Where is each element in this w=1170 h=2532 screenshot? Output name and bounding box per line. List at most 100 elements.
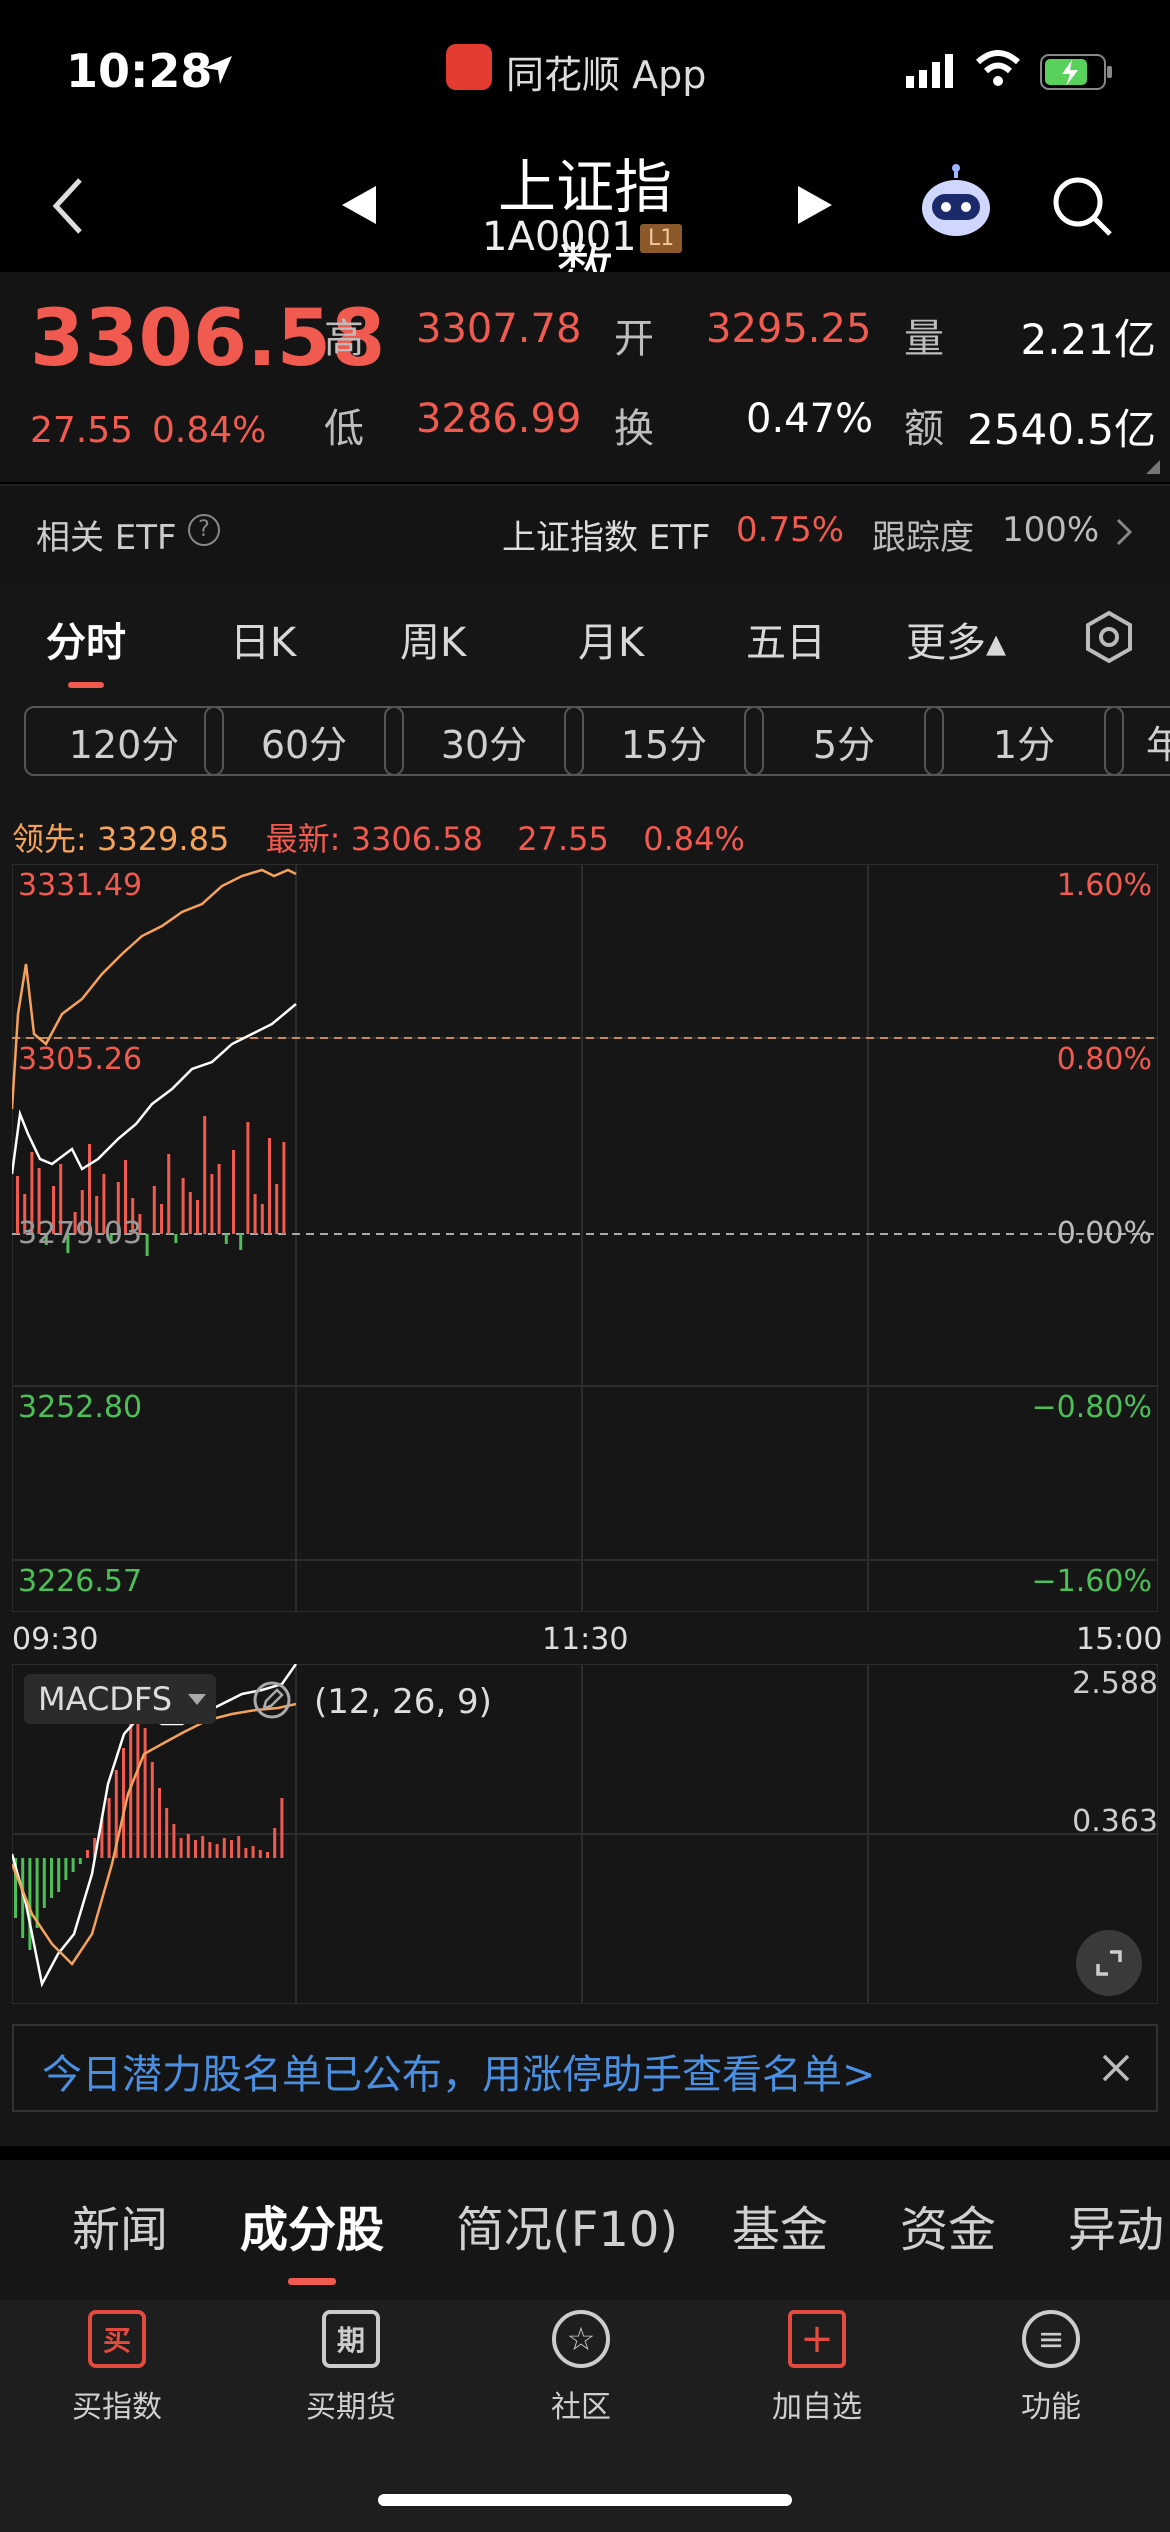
timeframe-120m[interactable]: 120分 bbox=[24, 706, 224, 776]
prev-index-button[interactable] bbox=[340, 184, 378, 230]
tab-monthly-k[interactable]: 月K bbox=[578, 610, 644, 668]
volume-label: 量 bbox=[904, 316, 944, 362]
macd-tick-top: 2.588 bbox=[1072, 1666, 1158, 1701]
time-axis-mid: 11:30 bbox=[542, 1622, 629, 1657]
close-icon[interactable] bbox=[1100, 2052, 1132, 2088]
expand-corner-icon[interactable] bbox=[1146, 460, 1160, 474]
app-logo-icon bbox=[446, 44, 492, 90]
nav-buy-index-label: 买指数 bbox=[72, 2390, 162, 2425]
time-axis-end: 15:00 bbox=[1076, 1622, 1163, 1657]
axis-left-3: 3279.03 bbox=[18, 1216, 143, 1251]
chart-settings-icon[interactable] bbox=[1082, 610, 1136, 668]
macd-hist-bar bbox=[266, 1852, 269, 1858]
bottom-tab-capital[interactable]: 资金 bbox=[900, 2190, 996, 2260]
low-label: 低 bbox=[324, 406, 364, 452]
home-indicator bbox=[378, 2494, 792, 2506]
intraday-chart[interactable] bbox=[12, 864, 1158, 1612]
macd-hist-bar bbox=[273, 1828, 277, 1858]
etf-bar[interactable]: 相关 ETF ? 上证指数 ETF 0.75% 跟踪度 100% bbox=[0, 484, 1170, 586]
axis-left-4: 3252.80 bbox=[18, 1390, 143, 1425]
time-axis-start: 09:30 bbox=[12, 1622, 99, 1657]
turnover-value: 0.47% bbox=[746, 396, 874, 442]
macd-hist-bar bbox=[222, 1838, 226, 1858]
macd-hist-bar bbox=[143, 1728, 147, 1858]
wifi-icon bbox=[974, 50, 1022, 92]
nav-add-watchlist[interactable]: + 加自选 bbox=[742, 2310, 892, 2426]
timeframe-15m[interactable]: 15分 bbox=[564, 706, 764, 776]
tab-more[interactable]: 更多▴ bbox=[906, 610, 1006, 668]
volume-bar bbox=[217, 1164, 221, 1234]
help-icon[interactable]: ? bbox=[188, 514, 220, 546]
timeframe-60m-btn[interactable]: 60分 bbox=[204, 706, 404, 776]
add-watchlist-icon: + bbox=[788, 2310, 846, 2368]
amount-label: 额 bbox=[904, 406, 944, 452]
etf-label: 相关 ETF bbox=[36, 518, 177, 558]
volume-bar bbox=[181, 1178, 185, 1234]
timeframe-year[interactable]: 年 bbox=[1104, 706, 1170, 776]
lead-value: 3329.85 bbox=[96, 820, 230, 858]
bottom-tab-news[interactable]: 新闻 bbox=[72, 2190, 168, 2260]
volume-bar bbox=[196, 1200, 199, 1234]
search-icon[interactable] bbox=[1050, 174, 1114, 242]
battery-icon bbox=[1040, 54, 1114, 94]
tracking-label: 跟踪度 bbox=[872, 518, 974, 558]
macd-hist-bar bbox=[251, 1846, 255, 1858]
chart-legend: 领先: 3329.85 最新: 3306.58 27.55 0.84% bbox=[12, 814, 745, 860]
dropdown-caret-icon bbox=[188, 1694, 207, 1705]
volume-bar bbox=[275, 1184, 279, 1234]
tab-intraday[interactable]: 分时 bbox=[46, 610, 126, 668]
volume-bar bbox=[145, 1234, 149, 1256]
fullscreen-button[interactable] bbox=[1076, 1930, 1142, 1996]
next-index-button[interactable] bbox=[796, 184, 834, 230]
tab-daily-k[interactable]: 日K bbox=[230, 610, 296, 668]
bottom-tab-constituents[interactable]: 成分股 bbox=[240, 2190, 384, 2260]
price-change-pct: 0.84% bbox=[152, 410, 267, 451]
axis-right-2: 0.80% bbox=[1056, 1042, 1152, 1077]
bottom-tab-overview[interactable]: 简况(F10) bbox=[456, 2190, 678, 2260]
latest-label: 最新: bbox=[265, 820, 341, 858]
macd-hist-bar bbox=[57, 1858, 61, 1892]
macd-indicator-select[interactable]: MACDFS bbox=[24, 1674, 217, 1724]
promo-banner[interactable]: 今日潜力股名单已公布，用涨停助手查看名单> bbox=[12, 2024, 1158, 2112]
volume-bar bbox=[246, 1122, 250, 1234]
turnover-label: 换 bbox=[614, 406, 654, 452]
nav-functions[interactable]: ≡ 功能 bbox=[976, 2310, 1126, 2426]
price-change: 27.55 bbox=[30, 410, 134, 451]
macd-hist-bar bbox=[201, 1836, 205, 1858]
macd-hist-bar bbox=[35, 1858, 39, 1928]
timeframe-30m[interactable]: 30分 bbox=[384, 706, 584, 776]
axis-right-5: −1.60% bbox=[1031, 1564, 1152, 1599]
macd-hist-bar bbox=[172, 1824, 176, 1858]
nav-community[interactable]: ☆ 社区 bbox=[506, 2310, 656, 2426]
nav-buy-index[interactable]: 买 买指数 bbox=[42, 2310, 192, 2426]
macd-hist-bar bbox=[150, 1762, 154, 1858]
macd-edit-icon[interactable] bbox=[252, 1680, 292, 1724]
low-value: 3286.99 bbox=[416, 396, 582, 442]
tab-active-indicator bbox=[68, 682, 104, 688]
timeframe-5m[interactable]: 5分 bbox=[744, 706, 944, 776]
bottom-tab-movements[interactable]: 异动 bbox=[1068, 2190, 1164, 2260]
volume-bar bbox=[224, 1234, 228, 1244]
macd-params: (12, 26, 9) bbox=[314, 1682, 492, 1722]
macd-hist-bar bbox=[122, 1748, 125, 1858]
promo-text: 今日潜力股名单已公布，用涨停助手查看名单> bbox=[42, 2052, 876, 2098]
tab-weekly-k[interactable]: 周K bbox=[400, 610, 466, 668]
macd-hist-bar bbox=[136, 1708, 140, 1858]
macd-hist-bar bbox=[186, 1834, 190, 1858]
etf-name: 上证指数 ETF bbox=[502, 518, 711, 558]
tab-five-day[interactable]: 五日 bbox=[746, 610, 826, 668]
volume-bar bbox=[174, 1234, 178, 1243]
legend-change-pct: 0.84% bbox=[643, 820, 745, 858]
menu-icon: ≡ bbox=[1022, 2310, 1080, 2368]
macd-hist-bar bbox=[71, 1858, 75, 1872]
futures-icon: 期 bbox=[322, 2310, 380, 2368]
timeframe-1m[interactable]: 1分 bbox=[924, 706, 1124, 776]
bottom-tab-funds[interactable]: 基金 bbox=[732, 2190, 828, 2260]
robot-assistant-icon[interactable] bbox=[916, 164, 996, 242]
volume-bar bbox=[160, 1204, 163, 1234]
nav-buy-futures[interactable]: 期 买期货 bbox=[276, 2310, 426, 2426]
macd-hist-bar bbox=[230, 1840, 233, 1858]
back-button[interactable] bbox=[50, 176, 86, 240]
high-value: 3307.78 bbox=[416, 306, 582, 352]
macd-hist-bar bbox=[86, 1850, 89, 1858]
